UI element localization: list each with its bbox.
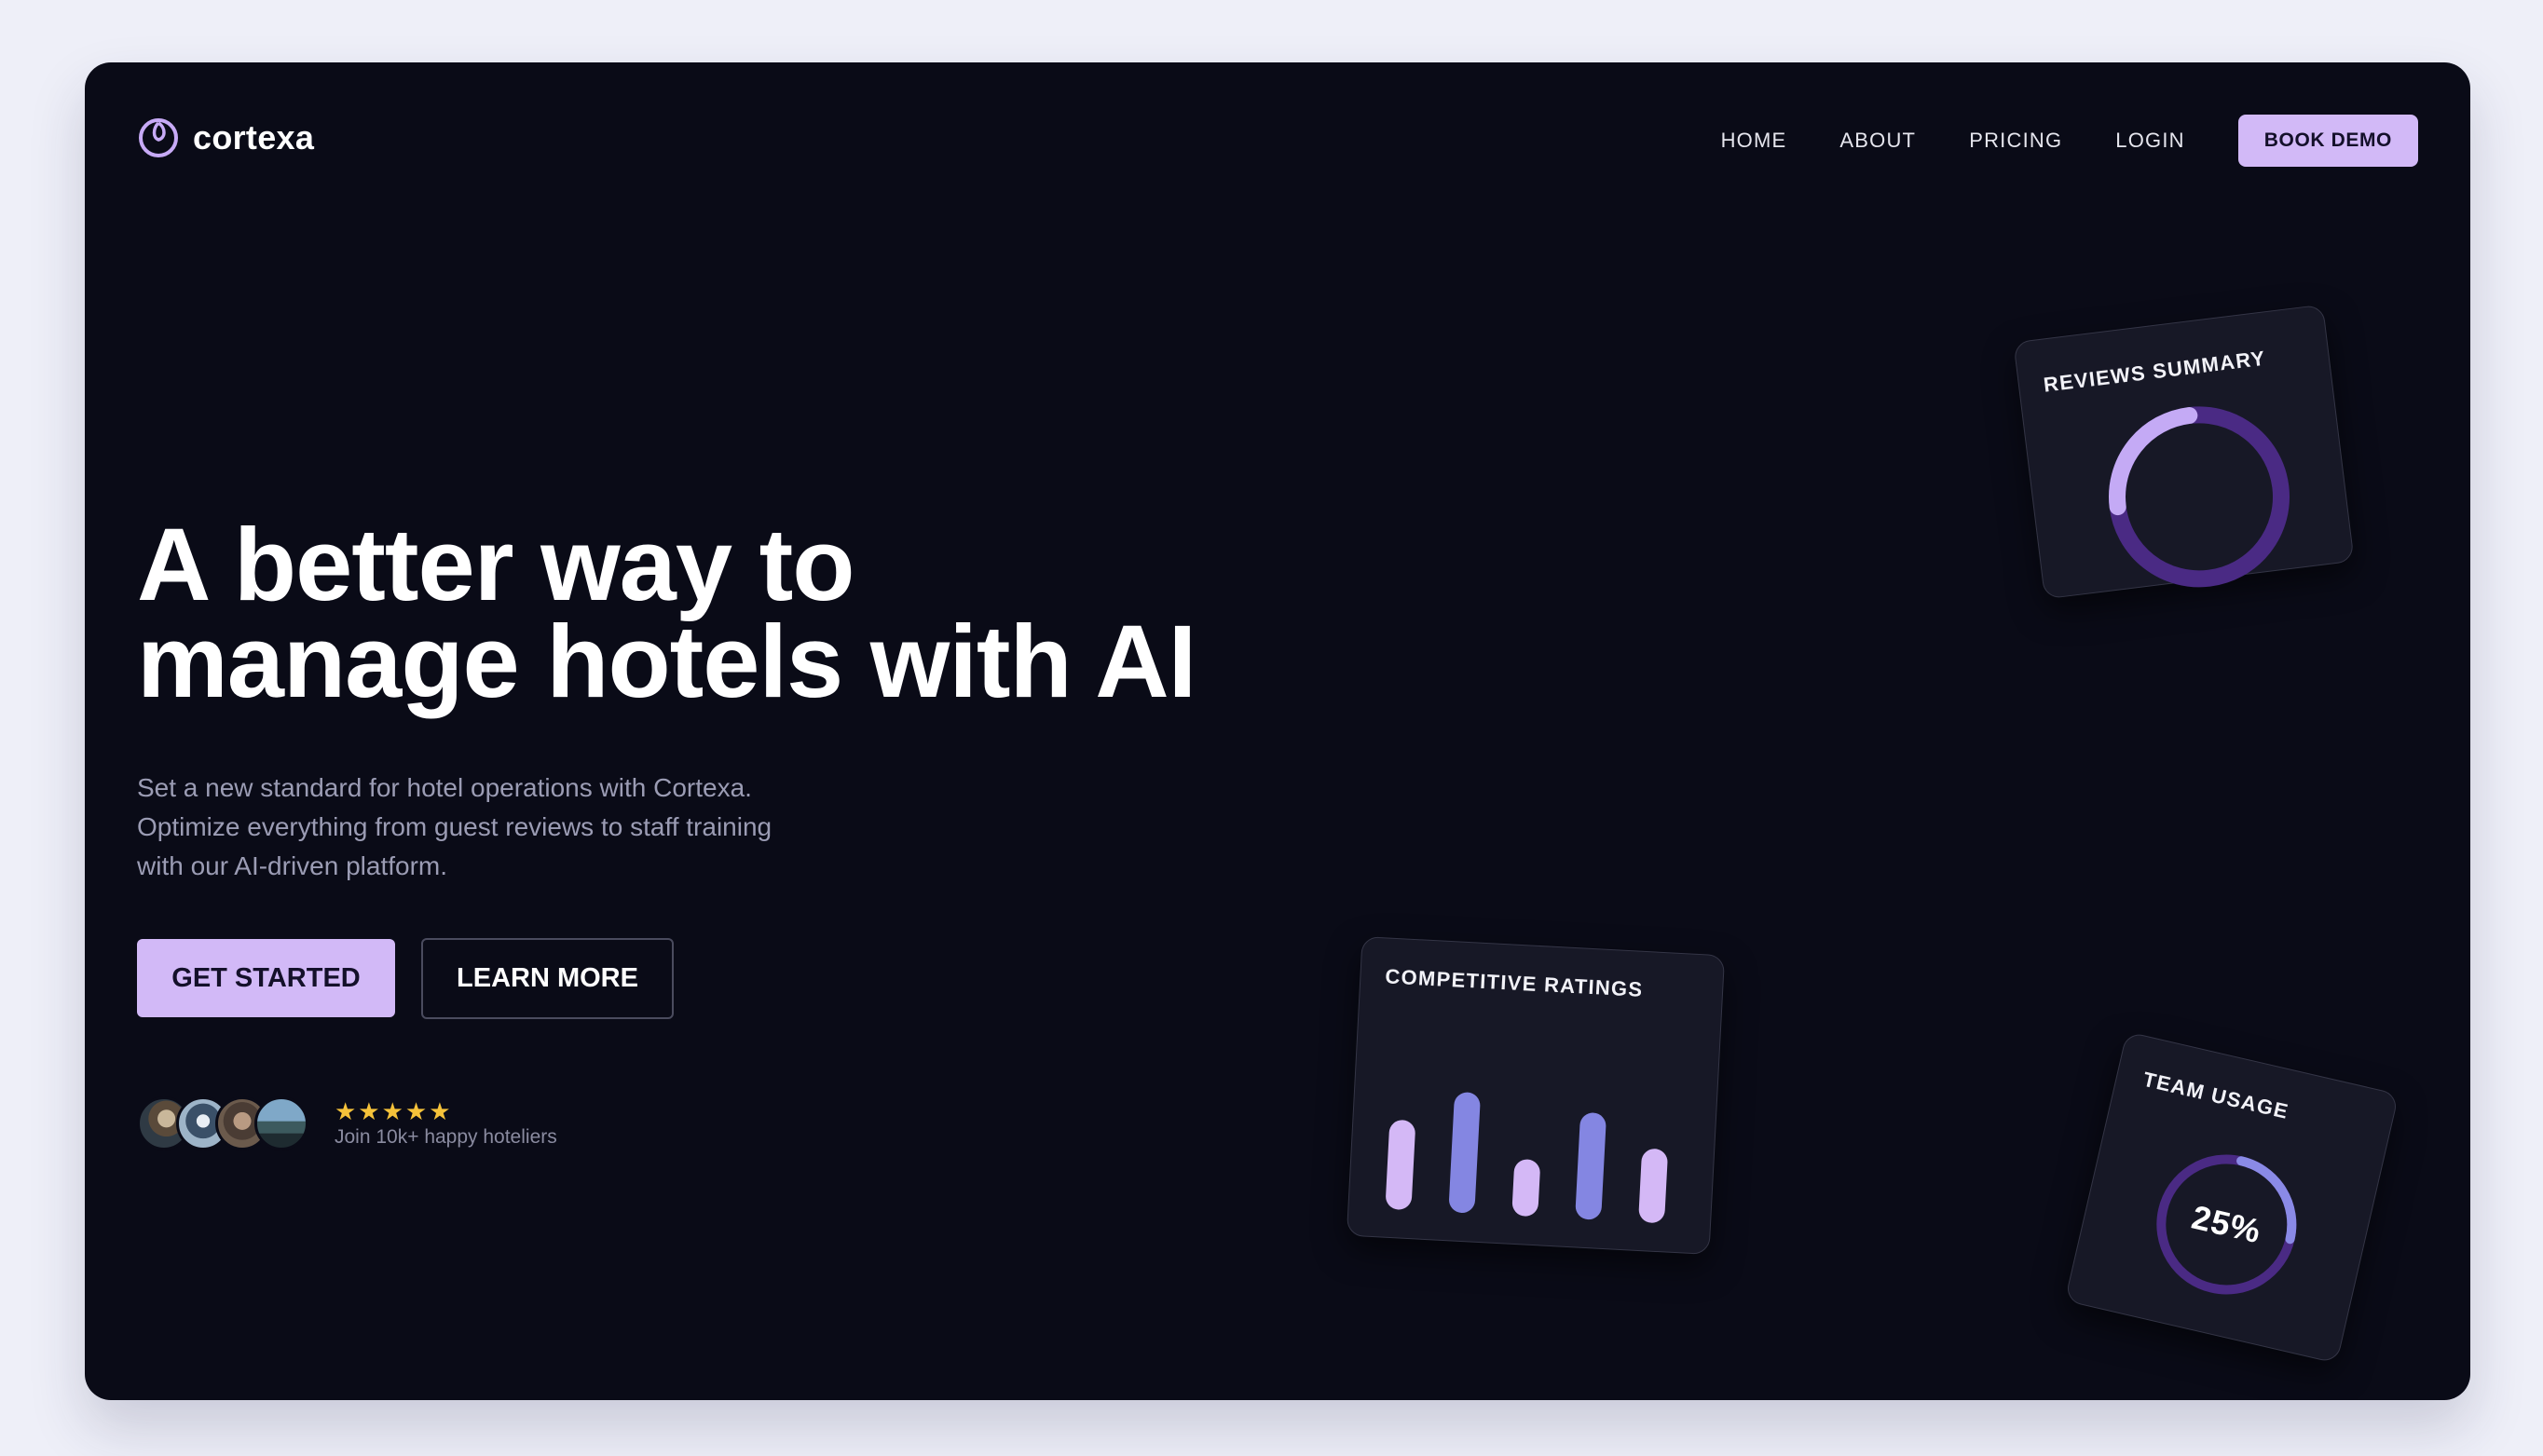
- card-title: TEAM USAGE: [2140, 1067, 2291, 1124]
- learn-more-button[interactable]: LEARN MORE: [421, 938, 674, 1019]
- app-window: cortexa HOME ABOUT PRICING LOGIN BOOK DE…: [85, 62, 2470, 1400]
- brand-logo[interactable]: cortexa: [137, 116, 314, 159]
- rating-bar: [1638, 1149, 1668, 1223]
- social-proof-text: ★★★★★ Join 10k+ happy hoteliers: [335, 1098, 557, 1149]
- avatar-group: [137, 1096, 308, 1150]
- avatar: [254, 1096, 308, 1150]
- hero-title-line: A better way to: [137, 508, 855, 622]
- nav-pricing-link[interactable]: PRICING: [1969, 129, 2062, 153]
- ring-track: [2109, 406, 2290, 588]
- hero-subtitle-line: with our AI-driven platform.: [137, 851, 448, 880]
- top-nav: HOME ABOUT PRICING LOGIN BOOK DEMO: [1721, 115, 2418, 167]
- brand-name: cortexa: [193, 118, 315, 156]
- hero-subtitle-line: Optimize everything from guest reviews t…: [137, 812, 772, 841]
- nav-about-link[interactable]: ABOUT: [1839, 129, 1916, 153]
- rating-stars-icon: ★★★★★: [335, 1097, 453, 1125]
- nav-login-link[interactable]: LOGIN: [2115, 129, 2184, 153]
- hero-subtitle-line: Set a new standard for hotel operations …: [137, 773, 752, 802]
- ratings-bar-chart: [1386, 1092, 1668, 1223]
- nav-home-link[interactable]: HOME: [1721, 129, 1787, 153]
- ring-progress: [2109, 406, 2290, 588]
- rating-bar: [1511, 1159, 1540, 1217]
- team-usage-card: TEAM USAGE 25%: [2064, 1031, 2399, 1364]
- hero-title-line: manage hotels with AI: [137, 605, 1196, 719]
- rating-bar: [1575, 1112, 1606, 1220]
- hero-subtitle: Set a new standard for hotel operations …: [137, 769, 882, 886]
- card-title: REVIEWS SUMMARY: [2042, 346, 2267, 397]
- rating-bar: [1386, 1120, 1415, 1210]
- rating-bar: [1449, 1092, 1481, 1214]
- competitive-ratings-card: COMPETITIVE RATINGS: [1346, 936, 1726, 1255]
- book-demo-button[interactable]: BOOK DEMO: [2237, 115, 2418, 167]
- card-title: COMPETITIVE RATINGS: [1384, 964, 1645, 1001]
- get-started-button[interactable]: GET STARTED: [137, 939, 395, 1017]
- reviews-summary-card: REVIEWS SUMMARY: [2013, 304, 2355, 600]
- social-proof: ★★★★★ Join 10k+ happy hoteliers: [137, 1096, 557, 1150]
- hero-title: A better way to manage hotels with AI: [137, 508, 1196, 719]
- social-proof-label: Join 10k+ happy hoteliers: [335, 1126, 557, 1148]
- spiral-logo-icon: [139, 118, 178, 157]
- reviews-donut-chart: [2109, 406, 2290, 588]
